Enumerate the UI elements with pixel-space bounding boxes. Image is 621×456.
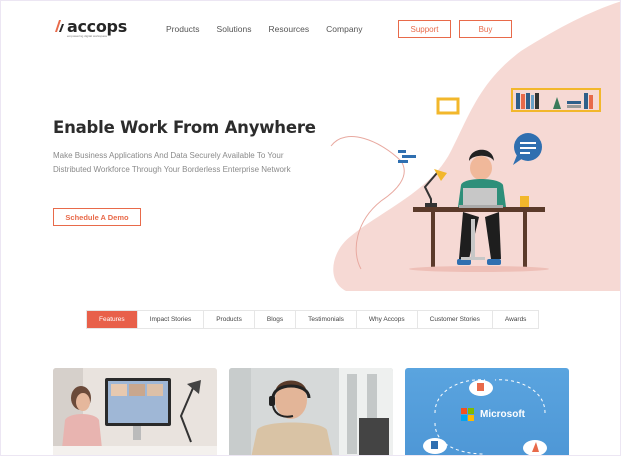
laptop (463, 188, 497, 207)
feature-card-remote-work[interactable] (53, 368, 217, 455)
page-frame: accops empowering digital workspace Prod… (0, 0, 621, 456)
woman-at-computer-image (53, 368, 217, 455)
tab-awards[interactable]: Awards (493, 311, 539, 328)
desk-lamp (423, 172, 438, 207)
tab-customer-stories[interactable]: Customer Stories (418, 311, 493, 328)
logo-tagline: empowering digital workspace (67, 34, 108, 38)
tab-features[interactable]: Features (87, 311, 138, 328)
man-with-headset-image (229, 368, 393, 455)
section-tabs: Features Impact Stories Products Blogs T… (86, 310, 540, 329)
main-nav: Products Solutions Resources Company (166, 24, 380, 34)
tab-impact-stories[interactable]: Impact Stories (138, 311, 205, 328)
person-torso (458, 179, 506, 207)
tab-products[interactable]: Products (204, 311, 255, 328)
buy-button[interactable]: Buy (459, 20, 512, 38)
hero-curve-line (330, 136, 405, 270)
schedule-demo-button[interactable]: Schedule A Demo (53, 208, 141, 226)
hero-subtext: Make Business Applications And Data Secu… (53, 151, 291, 174)
microsoft-logo-icon (461, 408, 474, 421)
support-button[interactable]: Support (398, 20, 451, 38)
cloud-icon-top (469, 380, 493, 396)
nav-products[interactable]: Products (166, 24, 200, 34)
tab-why-accops[interactable]: Why Accops (357, 311, 418, 328)
shelf (511, 88, 601, 112)
cloud-icon-left (423, 438, 447, 454)
hero-blob (333, 1, 620, 291)
tab-testimonials[interactable]: Testimonials (296, 311, 357, 328)
accops-logo[interactable]: accops empowering digital workspace (53, 18, 127, 38)
wall-frame (436, 97, 460, 115)
nav-company[interactable]: Company (326, 24, 362, 34)
cloud-icon-right (523, 440, 547, 455)
hero-headline: Enable Work From Anywhere (53, 118, 316, 137)
desk (413, 207, 545, 212)
chat-bubble-icon (514, 133, 542, 161)
tab-blogs[interactable]: Blogs (255, 311, 297, 328)
nav-solutions[interactable]: Solutions (217, 24, 252, 34)
feature-card-support-agent[interactable] (229, 368, 393, 455)
nav-resources[interactable]: Resources (269, 24, 310, 34)
microsoft-label: Microsoft (480, 409, 525, 420)
logo-mark-icon (55, 20, 64, 32)
